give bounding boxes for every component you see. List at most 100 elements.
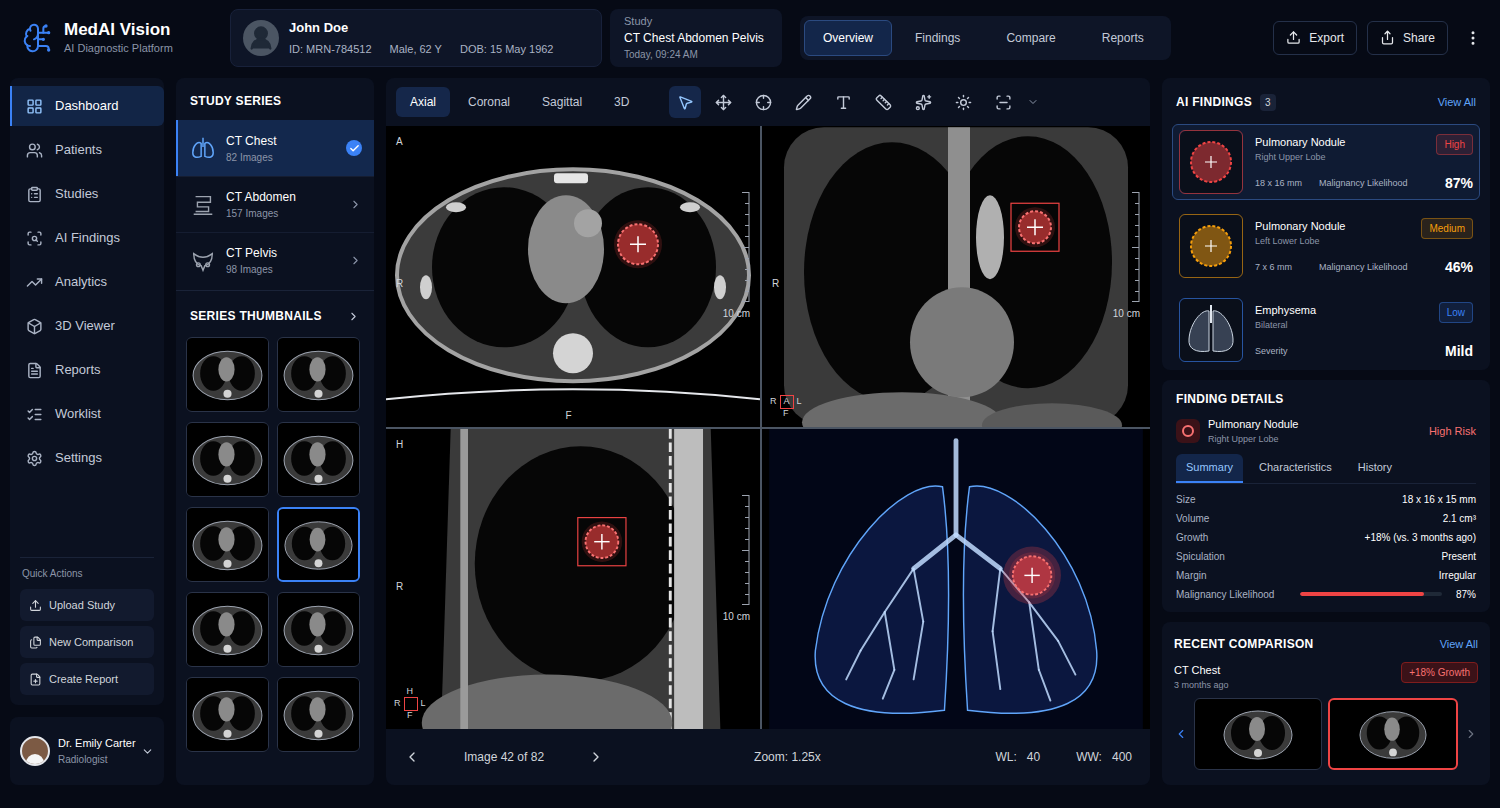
previous-comparison-icon[interactable]: [1174, 727, 1188, 741]
sidebar-item[interactable]: Analytics: [10, 262, 164, 302]
orientation-box: [404, 697, 418, 711]
detail-tab[interactable]: Characteristics: [1249, 454, 1342, 483]
tool-button[interactable]: [1025, 86, 1041, 118]
previous-image-icon[interactable]: [404, 749, 420, 765]
finding-card[interactable]: EmphysemaBilateralLowSeverityMild: [1172, 292, 1480, 368]
detail-row: Size18 x 16 x 15 mm: [1176, 490, 1476, 509]
quick-action-icon: [29, 636, 42, 649]
orientation-box: A: [780, 395, 794, 409]
quick-action-button[interactable]: Create Report: [20, 663, 154, 695]
finding-metric-label: Malignancy Likelihood: [1319, 261, 1408, 275]
user-card[interactable]: Dr. Emily CarterRadiologist: [10, 717, 164, 785]
tool-button[interactable]: [905, 86, 941, 118]
tool-button[interactable]: [705, 86, 741, 118]
tool-icon: [677, 94, 694, 111]
tool-button[interactable]: [669, 86, 701, 118]
quick-action-button[interactable]: New Comparison: [20, 626, 154, 658]
series-count: 157 Images: [226, 206, 339, 221]
view-tab[interactable]: Axial: [396, 87, 450, 117]
likelihood-bar: [1300, 592, 1442, 596]
series-thumbnail[interactable]: [277, 677, 360, 752]
more-menu-icon[interactable]: [1464, 29, 1482, 47]
series-item[interactable]: CT Abdomen157 Images: [176, 176, 374, 232]
series-thumbnail[interactable]: [277, 507, 360, 582]
scale-bar: 10 cm: [723, 192, 750, 321]
detail-tab[interactable]: History: [1348, 454, 1402, 483]
sidebar-item[interactable]: Dashboard: [10, 86, 164, 126]
series-thumbnail[interactable]: [186, 422, 269, 497]
sidebar-item[interactable]: Studies: [10, 174, 164, 214]
series-count: 82 Images: [226, 150, 336, 165]
study-card[interactable]: StudyCT Chest Abdomen PelvisToday, 09:24…: [610, 9, 782, 67]
finding-card[interactable]: Pulmonary NoduleRight Upper LobeHigh18 x…: [1172, 124, 1480, 200]
export-button[interactable]: Export: [1273, 21, 1357, 55]
share-button[interactable]: Share: [1367, 21, 1448, 55]
sidebar-item[interactable]: Patients: [10, 130, 164, 170]
tool-button[interactable]: [865, 86, 901, 118]
sidebar-item[interactable]: 3D Viewer: [10, 306, 164, 346]
sidebar-item[interactable]: Worklist: [10, 394, 164, 434]
series-item[interactable]: CT Chest82 Images: [176, 120, 374, 176]
series-thumbnail[interactable]: [186, 337, 269, 412]
patient-id: ID: MRN-784512: [289, 41, 372, 58]
view-tab[interactable]: 3D: [600, 87, 643, 117]
series-thumbnail[interactable]: [186, 592, 269, 667]
top-tab[interactable]: Reports: [1079, 20, 1167, 56]
finding-metric-value: 87%: [1445, 176, 1473, 190]
comparison-time: 3 months ago: [1174, 679, 1229, 693]
top-tab[interactable]: Compare: [983, 20, 1078, 56]
view-all-link[interactable]: View All: [1438, 94, 1476, 111]
sidebar-item[interactable]: Reports: [10, 350, 164, 390]
tool-button[interactable]: [825, 86, 861, 118]
tool-icon: [1027, 96, 1039, 108]
abdomen-icon: [190, 192, 216, 218]
study-series-panel: STUDY SERIESCT Chest82 ImagesCT Abdomen1…: [176, 78, 374, 785]
scale-bar: 10 cm: [723, 495, 750, 624]
comparison-image[interactable]: [1328, 698, 1458, 770]
series-name: CT Pelvis: [226, 244, 339, 262]
view-tab[interactable]: Sagittal: [528, 87, 596, 117]
next-comparison-icon[interactable]: [1464, 727, 1478, 741]
top-tab[interactable]: Overview: [804, 20, 892, 56]
top-tab[interactable]: Findings: [892, 20, 983, 56]
patient-avatar: [243, 20, 279, 56]
finding-metric-label: Malignancy Likelihood: [1319, 177, 1408, 191]
series-item[interactable]: CT Pelvis98 Images: [176, 232, 374, 288]
sidebar-item[interactable]: Settings: [10, 438, 164, 478]
series-thumbnail[interactable]: [186, 677, 269, 752]
series-thumbnail[interactable]: [186, 507, 269, 582]
study-title: CT Chest Abdomen Pelvis: [624, 29, 768, 47]
series-thumbnail[interactable]: [277, 422, 360, 497]
tool-button[interactable]: [785, 86, 821, 118]
view-tab[interactable]: Coronal: [454, 87, 524, 117]
detail-tab[interactable]: Summary: [1176, 454, 1243, 483]
comparison-image[interactable]: [1194, 698, 1322, 770]
nodule-thumbnail-icon: [1180, 131, 1242, 193]
patient-dob: DOB: 15 May 1962: [460, 41, 554, 58]
finding-card[interactable]: Pulmonary NoduleLeft Lower LobeMedium7 x…: [1172, 208, 1480, 284]
series-thumbnail[interactable]: [277, 592, 360, 667]
detail-row: Volume2.1 cm³: [1176, 509, 1476, 528]
render3d-viewport[interactable]: [762, 429, 1150, 730]
series-thumbnail[interactable]: [277, 337, 360, 412]
sidebar-item[interactable]: AI Findings: [10, 218, 164, 258]
next-image-icon[interactable]: [588, 749, 604, 765]
finding-name: Pulmonary Nodule: [1255, 134, 1346, 151]
orientation-label: R: [770, 397, 777, 407]
chevron-right-icon[interactable]: [347, 310, 360, 323]
axial-viewport[interactable]: ARF10 cm: [386, 126, 760, 427]
findings-count-badge: 3: [1260, 94, 1276, 111]
tool-button[interactable]: [945, 86, 981, 118]
patient-card[interactable]: John DoeID: MRN-784512Male, 62 YDOB: 15 …: [230, 9, 602, 67]
coronal-viewport[interactable]: R10 cmRALF: [762, 126, 1150, 427]
thumbnail-scan-image: [278, 423, 359, 496]
thumbnail-scan-image: [187, 593, 268, 666]
quick-action-button[interactable]: Upload Study: [20, 589, 154, 621]
view-all-link[interactable]: View All: [1440, 636, 1478, 653]
tool-button[interactable]: [745, 86, 781, 118]
thumbnail-scan-image: [279, 509, 358, 580]
tool-button[interactable]: [985, 86, 1021, 118]
risk-badge: Medium: [1421, 218, 1473, 239]
chevron-down-icon[interactable]: [141, 745, 154, 758]
sagittal-viewport[interactable]: HR10 cmHRLF: [386, 429, 760, 730]
